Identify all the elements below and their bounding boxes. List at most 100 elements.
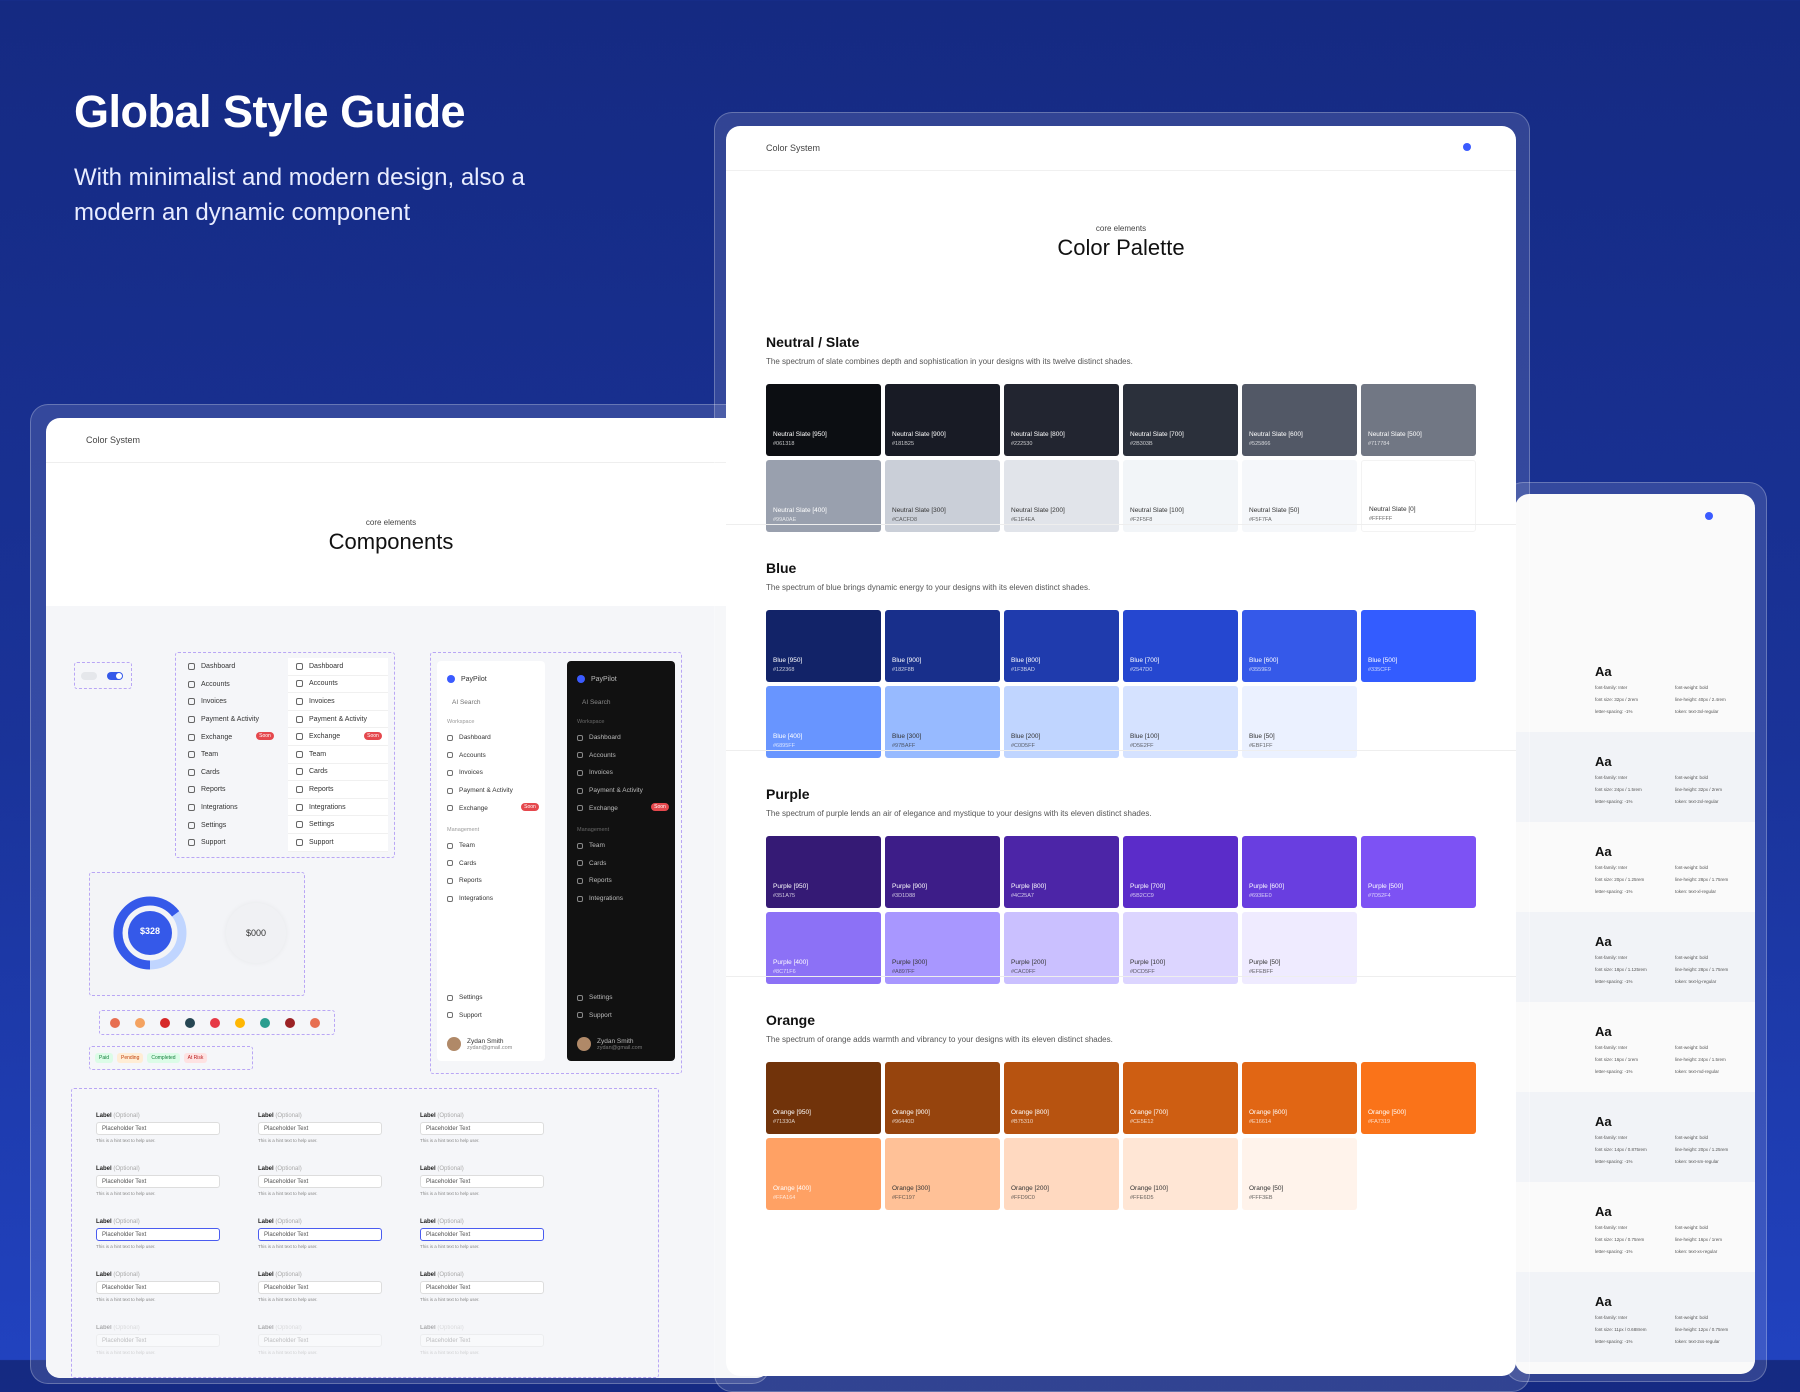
sidebar-item[interactable]: Dashboard <box>567 729 675 747</box>
sidebar-item[interactable]: Cards <box>437 855 545 873</box>
text-input[interactable]: Placeholder Text <box>96 1175 220 1188</box>
text-input[interactable]: Placeholder Text <box>258 1228 382 1241</box>
sidebar-item[interactable]: Support <box>567 1007 675 1025</box>
menu-item[interactable]: Support <box>180 834 280 852</box>
color-swatch[interactable]: Purple [300] #A897FF <box>885 912 1000 984</box>
sidebar-item[interactable]: Integrations <box>567 890 675 908</box>
sidebar-item[interactable]: Team <box>437 837 545 855</box>
sidebar-item[interactable]: Settings <box>437 989 545 1007</box>
color-swatch[interactable]: Orange [900] #96440D <box>885 1062 1000 1134</box>
color-swatch[interactable]: Orange [950] #71330A <box>766 1062 881 1134</box>
color-swatch[interactable]: Purple [700] #5B2CC9 <box>1123 836 1238 908</box>
text-input[interactable]: Placeholder Text <box>96 1281 220 1294</box>
color-swatch[interactable]: Neutral Slate [300] #CACFD8 <box>885 460 1000 532</box>
color-swatch[interactable]: Blue [800] #1F3BAD <box>1004 610 1119 682</box>
color-swatch[interactable]: Orange [100] #FFE6D5 <box>1123 1138 1238 1210</box>
text-input[interactable]: Placeholder Text <box>420 1334 544 1347</box>
ai-search[interactable]: AI Search <box>567 695 675 709</box>
menu-item[interactable]: Exchange Soon <box>180 728 280 746</box>
toggle-on[interactable] <box>107 672 123 680</box>
menu-item[interactable]: Payment & Activity <box>288 710 388 729</box>
menu-item[interactable]: Cards <box>288 763 388 782</box>
color-swatch[interactable]: Blue [50] #EBF1FF <box>1242 686 1357 758</box>
color-swatch[interactable]: Orange [500] #FA7319 <box>1361 1062 1476 1134</box>
menu-item[interactable]: Accounts <box>180 676 280 694</box>
color-swatch[interactable]: Neutral Slate [100] #F2F5F8 <box>1123 460 1238 532</box>
color-swatch[interactable]: Purple [100] #DCD5FF <box>1123 912 1238 984</box>
menu-item[interactable]: Accounts <box>288 675 388 694</box>
sidebar-item[interactable]: Team <box>567 837 675 855</box>
text-input[interactable]: Placeholder Text <box>96 1334 220 1347</box>
sidebar-item[interactable]: Invoices <box>567 764 675 782</box>
color-swatch[interactable]: Orange [700] #CE5E12 <box>1123 1062 1238 1134</box>
menu-item[interactable]: Exchange Soon <box>288 728 388 746</box>
sidebar-item[interactable]: Reports <box>567 872 675 890</box>
sidebar-item[interactable]: Integrations <box>437 890 545 908</box>
menu-item[interactable]: Cards <box>180 764 280 782</box>
color-swatch[interactable]: Purple [950] #351A75 <box>766 836 881 908</box>
color-swatch[interactable]: Blue [950] #122368 <box>766 610 881 682</box>
menu-item[interactable]: Settings <box>288 816 388 834</box>
sidebar-item[interactable]: Accounts <box>437 747 545 765</box>
color-swatch[interactable]: Purple [50] #EFEBFF <box>1242 912 1357 984</box>
sidebar-item[interactable]: Support <box>437 1007 545 1025</box>
text-input[interactable]: Placeholder Text <box>420 1175 544 1188</box>
color-swatch[interactable]: Neutral Slate [200] #E1E4EA <box>1004 460 1119 532</box>
text-input[interactable]: Placeholder Text <box>420 1281 544 1294</box>
color-swatch[interactable]: Purple [200] #CAC0FF <box>1004 912 1119 984</box>
sidebar-brand[interactable]: PayPilot <box>567 671 675 687</box>
menu-item[interactable]: Invoices <box>180 693 280 711</box>
sidebar-item[interactable]: Cards <box>567 855 675 873</box>
text-input[interactable]: Placeholder Text <box>258 1122 382 1135</box>
ai-search[interactable]: AI Search <box>437 695 545 709</box>
sidebar-item[interactable]: Accounts <box>567 747 675 765</box>
menu-item[interactable]: Reports <box>288 781 388 799</box>
color-swatch[interactable]: Orange [600] #E16614 <box>1242 1062 1357 1134</box>
user-profile[interactable]: Zydan Smith zydan@gmail.com <box>447 1037 512 1051</box>
text-input[interactable]: Placeholder Text <box>258 1175 382 1188</box>
color-swatch[interactable]: Neutral Slate [800] #222530 <box>1004 384 1119 456</box>
sidebar-item[interactable]: Invoices <box>437 764 545 782</box>
color-swatch[interactable]: Orange [400] #FFA164 <box>766 1138 881 1210</box>
color-swatch[interactable]: Purple [800] #4C25A7 <box>1004 836 1119 908</box>
sidebar-brand[interactable]: PayPilot <box>437 671 545 687</box>
color-swatch[interactable]: Blue [200] #C0D5FF <box>1004 686 1119 758</box>
color-swatch[interactable]: Purple [900] #3D1D88 <box>885 836 1000 908</box>
color-swatch[interactable]: Neutral Slate [700] #2B303B <box>1123 384 1238 456</box>
menu-item[interactable]: Integrations <box>180 799 280 817</box>
menu-item[interactable]: Reports <box>180 781 280 799</box>
menu-item[interactable]: Integrations <box>288 798 388 817</box>
menu-item[interactable]: Dashboard <box>288 658 388 676</box>
sidebar-item[interactable]: Dashboard <box>437 729 545 747</box>
color-swatch[interactable]: Neutral Slate [600] #525866 <box>1242 384 1357 456</box>
user-profile[interactable]: Zydan Smith zydan@gmail.com <box>577 1037 642 1051</box>
text-input[interactable]: Placeholder Text <box>258 1281 382 1294</box>
menu-item[interactable]: Team <box>288 745 388 764</box>
sidebar-item[interactable]: Exchange Soon <box>567 799 675 817</box>
menu-item[interactable]: Team <box>180 746 280 764</box>
color-swatch[interactable]: Purple [500] #7D52F4 <box>1361 836 1476 908</box>
color-swatch[interactable]: Blue [600] #3559E9 <box>1242 610 1357 682</box>
color-swatch[interactable]: Orange [800] #B75310 <box>1004 1062 1119 1134</box>
menu-item[interactable]: Payment & Activity <box>180 711 280 729</box>
color-swatch[interactable]: Blue [400] #6895FF <box>766 686 881 758</box>
menu-item[interactable]: Support <box>288 833 388 852</box>
color-swatch[interactable]: Neutral Slate [500] #717784 <box>1361 384 1476 456</box>
toggle-off[interactable] <box>81 672 97 680</box>
color-swatch[interactable]: Neutral Slate [900] #181B25 <box>885 384 1000 456</box>
color-swatch[interactable]: Blue [700] #2547D0 <box>1123 610 1238 682</box>
color-swatch[interactable]: Blue [500] #335CFF <box>1361 610 1476 682</box>
color-swatch[interactable]: Orange [50] #FFF3EB <box>1242 1138 1357 1210</box>
sidebar-item[interactable]: Payment & Activity <box>437 782 545 800</box>
sidebar-item[interactable]: Payment & Activity <box>567 782 675 800</box>
color-swatch[interactable]: Neutral Slate [50] #F5F7FA <box>1242 460 1357 532</box>
text-input[interactable]: Placeholder Text <box>258 1334 382 1347</box>
color-swatch[interactable]: Purple [600] #693EE0 <box>1242 836 1357 908</box>
menu-item[interactable]: Dashboard <box>180 658 280 676</box>
text-input[interactable]: Placeholder Text <box>420 1228 544 1241</box>
sidebar-item[interactable]: Settings <box>567 989 675 1007</box>
color-swatch[interactable]: Orange [200] #FFD9C0 <box>1004 1138 1119 1210</box>
color-swatch[interactable]: Neutral Slate [0] #FFFFFF <box>1361 460 1476 532</box>
text-input[interactable]: Placeholder Text <box>96 1122 220 1135</box>
color-swatch[interactable]: Blue [900] #182F8B <box>885 610 1000 682</box>
